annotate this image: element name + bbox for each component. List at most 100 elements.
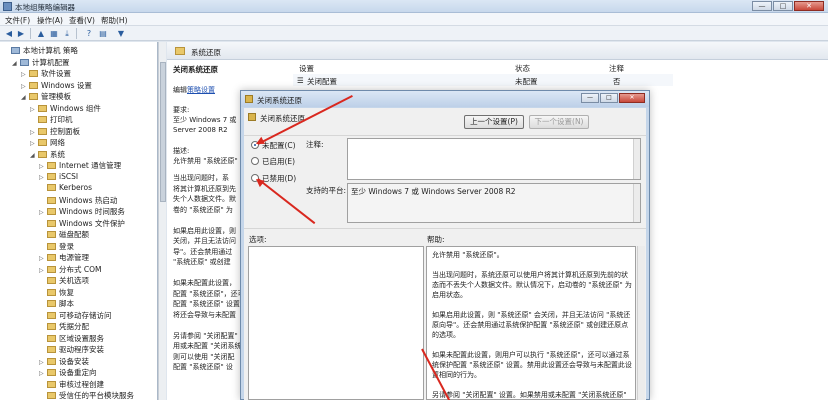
forward-icon[interactable]: ▶	[16, 29, 26, 39]
minimize-button[interactable]: —	[752, 1, 772, 11]
expanded-arrow-icon[interactable]: ◢	[21, 94, 29, 101]
menu-view[interactable]: 查看(V)	[69, 15, 95, 26]
tree-item[interactable]: ▷ 电源管理	[39, 252, 89, 263]
tree-item-label: Windows 组件	[50, 103, 101, 113]
tree-item[interactable]: ▷ 设备安装	[39, 356, 89, 367]
tree-item[interactable]: 登录	[39, 241, 74, 252]
menu-help[interactable]: 帮助(H)	[101, 15, 128, 26]
menu-action[interactable]: 操作(A)	[37, 15, 63, 26]
folder-icon	[47, 196, 56, 204]
collapsed-arrow-icon[interactable]: ▷	[21, 83, 29, 90]
collapsed-arrow-icon[interactable]: ▷	[39, 174, 47, 181]
tree-item[interactable]: 驱动程序安装	[39, 344, 104, 355]
dialog-minimize-button[interactable]: —	[581, 93, 599, 103]
filter-icon[interactable]: ▼	[116, 29, 126, 39]
tree-item[interactable]: ▷ 设备重定向	[39, 367, 97, 378]
collapsed-arrow-icon[interactable]: ▷	[30, 140, 38, 147]
tree-item[interactable]: ▷ 网络	[30, 137, 65, 148]
collapsed-arrow-icon[interactable]: ▷	[39, 359, 47, 366]
edit-policy-link[interactable]: 策略设置	[187, 86, 215, 94]
tree-item[interactable]: 可移动存储访问	[39, 310, 112, 321]
menubar: 文件(F) 操作(A) 查看(V) 帮助(H)	[0, 13, 828, 26]
collapsed-arrow-icon[interactable]: ▷	[39, 163, 47, 170]
folder-icon	[29, 93, 38, 100]
close-button[interactable]: ✕	[794, 1, 824, 11]
previous-setting-button[interactable]: 上一个设置(P)	[464, 115, 524, 129]
help-scrollbar[interactable]	[637, 246, 645, 400]
collapsed-arrow-icon[interactable]: ▷	[39, 209, 47, 216]
help-panel: 允许禁用 "系统还原"。 当出现问题时，系统还原可以使用户将其计算机还原到先前的状…	[426, 246, 636, 400]
maximize-button[interactable]: □	[773, 1, 793, 11]
expanded-arrow-icon[interactable]: ◢	[12, 60, 20, 67]
app-icon	[3, 2, 12, 11]
help-icon[interactable]: ?	[84, 29, 94, 39]
tree-item[interactable]: 区域设置服务	[39, 333, 104, 344]
collapsed-arrow-icon[interactable]: ▷	[30, 129, 38, 136]
platform-label: 支持的平台:	[306, 186, 347, 195]
folder-icon	[47, 184, 56, 191]
radio-enabled[interactable]: 已启用(E)	[251, 157, 295, 167]
tree-item[interactable]: 凭据分配	[39, 321, 89, 332]
collapsed-arrow-icon[interactable]: ▷	[39, 370, 47, 377]
folder-icon	[47, 231, 56, 238]
tree-item[interactable]: 本地计算机 策略	[3, 45, 78, 56]
table-row[interactable]: ☰ 关闭配置 未配置 否	[293, 74, 673, 86]
tree-item[interactable]: 打印机	[30, 114, 73, 125]
tree-item[interactable]: ◢ 计算机配置	[12, 57, 70, 68]
folder-icon	[175, 47, 185, 55]
collapsed-arrow-icon[interactable]: ▷	[39, 267, 47, 274]
tree-item[interactable]: ◢ 系统	[30, 149, 65, 160]
properties-icon[interactable]: ▤	[98, 29, 108, 39]
folder-icon	[29, 81, 38, 89]
requirements-line2: Server 2008 R2	[173, 126, 228, 134]
column-setting[interactable]: 设置	[299, 63, 314, 74]
tree-item[interactable]: ▷ Internet 通信管理	[39, 160, 121, 171]
export-list-icon[interactable]: ⤓	[62, 29, 72, 39]
tree-item[interactable]: 磁盘配额	[39, 229, 89, 240]
scroll-thumb[interactable]	[160, 62, 166, 202]
back-icon[interactable]: ◀	[4, 29, 14, 39]
tree-item[interactable]: 审核过程创建	[39, 379, 104, 390]
tree-item[interactable]: ▷ Windows 组件	[30, 103, 101, 114]
expanded-arrow-icon[interactable]: ◢	[30, 152, 38, 159]
platform-scrollbar[interactable]	[633, 184, 640, 222]
tree-item[interactable]: 受信任的平台模块服务	[39, 390, 134, 400]
tree-item[interactable]: Windows 热启动	[39, 195, 117, 206]
tree-item[interactable]: ▷ Windows 设置	[21, 80, 92, 91]
options-panel	[248, 246, 424, 400]
comment-scrollbar[interactable]	[633, 139, 640, 179]
radio-circle	[251, 157, 259, 165]
tree-item[interactable]: 恢复	[39, 287, 74, 298]
tree-item[interactable]: ▷ Windows 时间服务	[39, 206, 125, 217]
description-line: 如果未配置此设置，	[173, 279, 236, 287]
dialog-close-button[interactable]: ✕	[619, 93, 645, 103]
collapsed-arrow-icon[interactable]: ▷	[30, 106, 38, 113]
tree-item[interactable]: Windows 文件保护	[39, 218, 125, 229]
comment-textarea[interactable]	[347, 138, 641, 180]
show-hide-tree-icon[interactable]: ▦	[49, 29, 59, 39]
toolbar-separator	[76, 28, 77, 39]
tree-item-label: 恢复	[59, 287, 74, 297]
menu-file[interactable]: 文件(F)	[5, 15, 30, 26]
folder-icon	[38, 116, 47, 123]
next-setting-button[interactable]: 下一个设置(N)	[529, 115, 589, 129]
tree-scrollbar[interactable]	[158, 42, 166, 400]
tree-item[interactable]: ▷ 分布式 COM	[39, 264, 102, 275]
collapsed-arrow-icon[interactable]: ▷	[39, 255, 47, 262]
tree-item[interactable]: ▷ 控制面板	[30, 126, 80, 137]
up-folder-icon[interactable]: ▲	[36, 29, 46, 39]
tree-item[interactable]: ▷ 软件设置	[21, 68, 71, 79]
column-state[interactable]: 状态	[515, 63, 530, 74]
tree-item[interactable]: 脚本	[39, 298, 74, 309]
description-line: 当出现问题时，系	[173, 174, 229, 182]
description-line: 如果启用此设置，则	[173, 226, 236, 235]
tree-item[interactable]: ◢ 管理模板	[21, 91, 71, 102]
tree-item[interactable]: ▷ iSCSI	[39, 172, 78, 183]
folder-icon	[47, 162, 56, 169]
tree-item[interactable]: 关机选项	[39, 275, 89, 286]
tree-item[interactable]: Kerberos	[39, 183, 92, 194]
collapsed-arrow-icon[interactable]: ▷	[21, 71, 29, 78]
tree-item-label: 控制面板	[50, 126, 80, 136]
column-note[interactable]: 注释	[609, 63, 624, 74]
dialog-maximize-button[interactable]: □	[600, 93, 618, 103]
